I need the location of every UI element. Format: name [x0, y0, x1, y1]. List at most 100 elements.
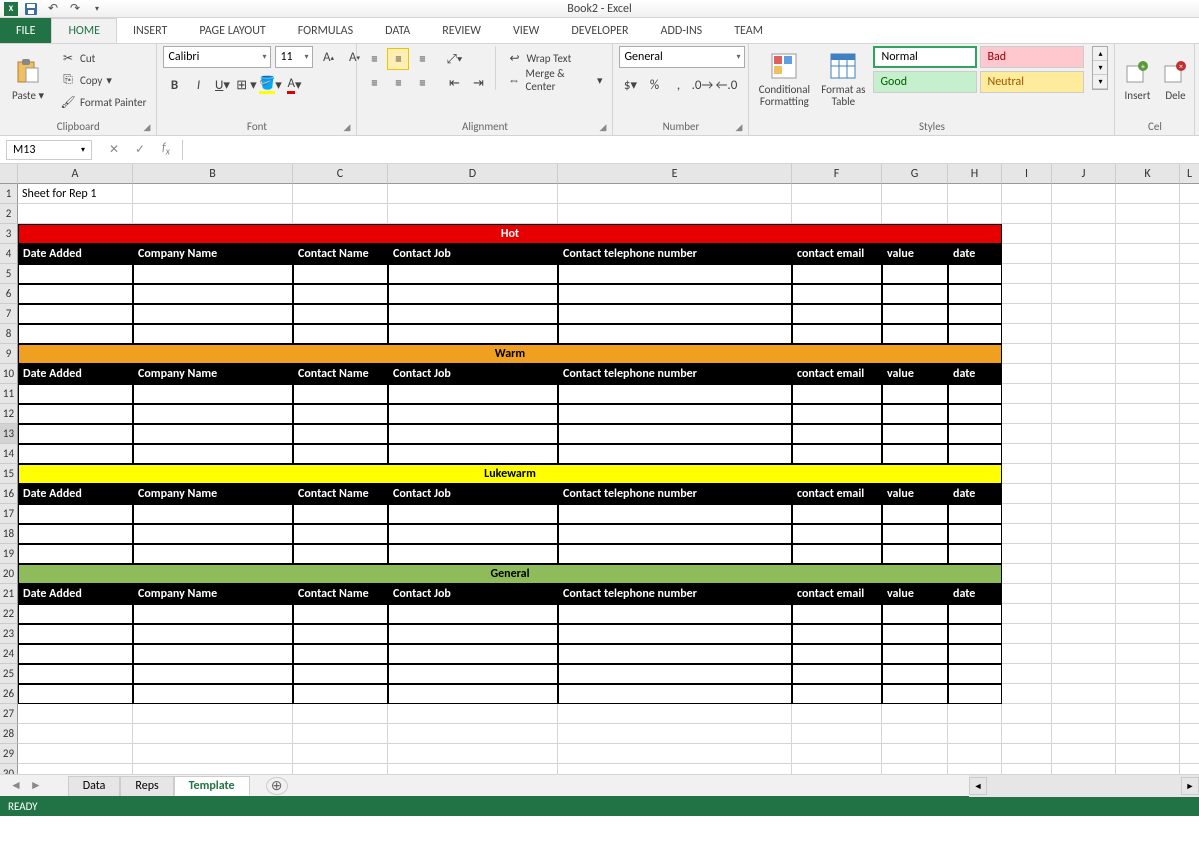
row-header-26[interactable]: 26: [0, 684, 18, 704]
ribbon-tab-home[interactable]: HOME: [51, 18, 117, 43]
cell[interactable]: [388, 544, 558, 564]
cell[interactable]: [558, 424, 792, 444]
row-header-25[interactable]: 25: [0, 664, 18, 684]
cell[interactable]: [558, 324, 792, 344]
cell[interactable]: [388, 684, 558, 704]
cell[interactable]: [18, 304, 133, 324]
cell[interactable]: [558, 504, 792, 524]
increase-font-button[interactable]: A▴: [317, 46, 339, 68]
cell[interactable]: [1002, 704, 1052, 724]
qat-customize[interactable]: ▾: [88, 1, 106, 17]
cell[interactable]: [133, 604, 293, 624]
orientation-button[interactable]: ⤢▾: [443, 48, 465, 70]
clipboard-launcher[interactable]: ◢: [144, 122, 151, 133]
cell[interactable]: [388, 324, 558, 344]
row-header-4[interactable]: 4: [0, 244, 18, 264]
cell[interactable]: [1052, 404, 1116, 424]
cell[interactable]: [133, 504, 293, 524]
cell[interactable]: [1052, 284, 1116, 304]
number-launcher[interactable]: ◢: [736, 122, 743, 133]
cell[interactable]: [1002, 764, 1052, 774]
row-header-30[interactable]: 30: [0, 764, 18, 774]
cell[interactable]: [1052, 504, 1116, 524]
cell[interactable]: [1002, 624, 1052, 644]
column-header-contact-job[interactable]: Contact Job: [388, 244, 558, 264]
cell[interactable]: [133, 544, 293, 564]
cell[interactable]: [18, 504, 133, 524]
hscroll-right[interactable]: ►: [1181, 777, 1199, 795]
italic-button[interactable]: I: [187, 74, 209, 96]
row-header-1[interactable]: 1: [0, 184, 18, 204]
cell[interactable]: [792, 424, 882, 444]
cell[interactable]: [1002, 264, 1052, 284]
cell[interactable]: [1052, 384, 1116, 404]
cell[interactable]: [558, 604, 792, 624]
insert-cells-button[interactable]: + Insert: [1121, 46, 1153, 112]
cell[interactable]: [1116, 604, 1180, 624]
row-header-6[interactable]: 6: [0, 284, 18, 304]
cell[interactable]: [1002, 684, 1052, 704]
cell[interactable]: [293, 524, 388, 544]
increase-indent-button[interactable]: ⇥: [467, 72, 489, 94]
align-top-button[interactable]: ≡: [363, 48, 385, 70]
column-header-company-name[interactable]: Company Name: [133, 584, 293, 604]
cell[interactable]: [1116, 524, 1180, 544]
column-header-contact-name[interactable]: Contact Name: [293, 584, 388, 604]
percent-button[interactable]: %: [643, 74, 665, 96]
cell[interactable]: [293, 604, 388, 624]
cell[interactable]: [558, 304, 792, 324]
row-header-23[interactable]: 23: [0, 624, 18, 644]
cell[interactable]: [18, 664, 133, 684]
cell[interactable]: [293, 764, 388, 774]
ribbon-tab-team[interactable]: TEAM: [718, 18, 779, 43]
cell[interactable]: [388, 204, 558, 224]
cell[interactable]: [388, 724, 558, 744]
cell[interactable]: [792, 444, 882, 464]
col-header-D[interactable]: D: [388, 164, 558, 184]
cell[interactable]: [882, 604, 948, 624]
col-header-I[interactable]: I: [1002, 164, 1052, 184]
cell[interactable]: [1180, 764, 1199, 774]
cell[interactable]: [558, 544, 792, 564]
col-header-K[interactable]: K: [1116, 164, 1180, 184]
col-header-B[interactable]: B: [133, 164, 293, 184]
row-header-27[interactable]: 27: [0, 704, 18, 724]
column-header-contact-email[interactable]: contact email: [792, 364, 882, 384]
cell[interactable]: [133, 624, 293, 644]
column-header-contact-telephone-number[interactable]: Contact telephone number: [558, 584, 792, 604]
ribbon-tab-data[interactable]: DATA: [369, 18, 426, 43]
cell[interactable]: [293, 204, 388, 224]
cell[interactable]: [792, 324, 882, 344]
cell[interactable]: [1180, 604, 1199, 624]
column-header-contact-telephone-number[interactable]: Contact telephone number: [558, 364, 792, 384]
cell[interactable]: [1116, 304, 1180, 324]
column-header-date-added[interactable]: Date Added: [18, 364, 133, 384]
cell[interactable]: [948, 644, 1002, 664]
cell[interactable]: [388, 744, 558, 764]
cell[interactable]: [293, 544, 388, 564]
column-header-date-added[interactable]: Date Added: [18, 584, 133, 604]
cell[interactable]: [388, 644, 558, 664]
cell[interactable]: [792, 184, 882, 204]
cell[interactable]: [792, 544, 882, 564]
cell[interactable]: [882, 704, 948, 724]
cell[interactable]: [388, 424, 558, 444]
cell[interactable]: [1052, 544, 1116, 564]
cell[interactable]: [1002, 224, 1052, 244]
cell[interactable]: [792, 724, 882, 744]
style-neutral[interactable]: Neutral: [980, 71, 1084, 93]
cell[interactable]: [1052, 224, 1116, 244]
row-header-28[interactable]: 28: [0, 724, 18, 744]
cell[interactable]: [1002, 344, 1052, 364]
cell[interactable]: [1180, 384, 1199, 404]
cell[interactable]: [1180, 524, 1199, 544]
cell[interactable]: [1116, 384, 1180, 404]
cell[interactable]: [1052, 684, 1116, 704]
column-header-contact-name[interactable]: Contact Name: [293, 364, 388, 384]
cell[interactable]: [1180, 584, 1199, 604]
cell[interactable]: [882, 644, 948, 664]
column-header-date-added[interactable]: Date Added: [18, 484, 133, 504]
cell[interactable]: [1002, 444, 1052, 464]
cell[interactable]: [1116, 344, 1180, 364]
cell[interactable]: [948, 184, 1002, 204]
